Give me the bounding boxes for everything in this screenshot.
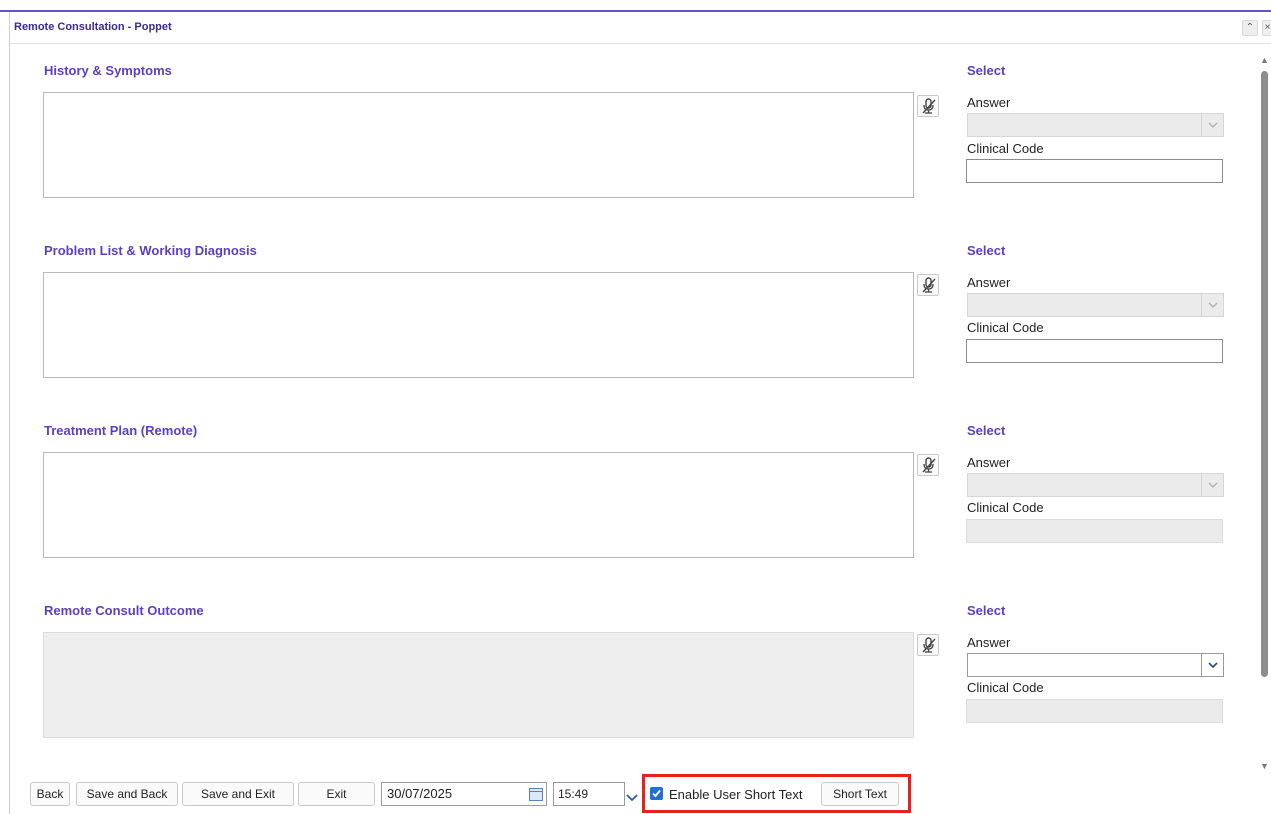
save-and-exit-button[interactable]: Save and Exit: [182, 782, 294, 806]
chevron-up-icon[interactable]: ⌃: [1242, 20, 1258, 36]
clinical-code-label-treatment-plan: Clinical Code: [967, 500, 1044, 515]
chevron-down-icon[interactable]: [1201, 474, 1223, 496]
section-title-outcome: Remote Consult Outcome: [44, 603, 204, 618]
chevron-down-icon[interactable]: [1201, 654, 1223, 676]
select-title-history: Select: [967, 63, 1006, 78]
problem-list-textarea[interactable]: [43, 272, 914, 378]
answer-label-problem-list: Answer: [967, 275, 1011, 290]
clinical-code-label-problem-list: Clinical Code: [967, 320, 1044, 335]
footer-toolbar: Back Save and Back Save and Exit Exit 30…: [10, 776, 1271, 814]
scroll-down-icon[interactable]: ▼: [1260, 761, 1269, 771]
section-title-problem-list: Problem List & Working Diagnosis: [44, 243, 257, 258]
clinical-code-input-problem-list[interactable]: [966, 339, 1223, 363]
clinical-code-input-history[interactable]: [966, 159, 1223, 183]
window-left-border: [9, 12, 10, 814]
clinical-code-label-outcome: Clinical Code: [967, 680, 1044, 695]
save-and-back-button[interactable]: Save and Back: [76, 782, 178, 806]
mic-off-icon: [922, 277, 936, 293]
back-button[interactable]: Back: [30, 782, 70, 806]
close-icon[interactable]: ×: [1262, 20, 1271, 36]
answer-label-treatment-plan: Answer: [967, 455, 1011, 470]
chevron-down-icon[interactable]: [1201, 294, 1223, 316]
dictation-button-history[interactable]: [917, 95, 939, 117]
answer-select-outcome[interactable]: [967, 653, 1224, 677]
answer-select-problem-list[interactable]: [967, 293, 1224, 317]
short-text-button[interactable]: Short Text: [821, 782, 899, 806]
answer-select-treatment-plan[interactable]: [967, 473, 1224, 497]
vertical-scrollbar[interactable]: ▲ ▼: [1258, 55, 1271, 771]
dictation-button-treatment-plan[interactable]: [917, 454, 939, 476]
outcome-textarea: [43, 632, 914, 738]
section-title-treatment-plan: Treatment Plan (Remote): [44, 423, 198, 438]
dictation-button-problem-list[interactable]: [917, 274, 939, 296]
time-input[interactable]: 15:49: [553, 782, 625, 806]
clinical-code-input-treatment-plan: [966, 519, 1223, 543]
answer-label-history: Answer: [967, 95, 1011, 110]
window-titlebar: Remote Consultation - Poppet ⌃ ×: [10, 12, 1271, 44]
answer-label-outcome: Answer: [967, 635, 1011, 650]
scrollbar-thumb[interactable]: [1261, 71, 1268, 677]
consultation-window: Remote Consultation - Poppet ⌃ × History…: [0, 0, 1271, 814]
select-title-outcome: Select: [967, 603, 1006, 618]
history-textarea[interactable]: [43, 92, 914, 198]
enable-short-text-checkbox[interactable]: [650, 787, 663, 800]
answer-select-history[interactable]: [967, 113, 1224, 137]
calendar-icon[interactable]: [529, 788, 543, 801]
chevron-down-icon[interactable]: [1201, 114, 1223, 136]
mic-off-icon: [922, 457, 936, 473]
mic-off-icon: [922, 637, 936, 653]
dictation-button-outcome[interactable]: [917, 634, 939, 656]
scroll-up-icon[interactable]: ▲: [1260, 55, 1269, 65]
section-title-history: History & Symptoms: [44, 63, 172, 78]
date-input[interactable]: 30/07/2025: [381, 782, 547, 806]
window-title: Remote Consultation - Poppet: [14, 21, 172, 33]
treatment-plan-textarea[interactable]: [43, 452, 914, 558]
exit-button[interactable]: Exit: [298, 782, 375, 806]
mic-off-icon: [922, 98, 936, 114]
clinical-code-input-outcome: [966, 699, 1223, 723]
clinical-code-label-history: Clinical Code: [967, 141, 1044, 156]
select-title-problem-list: Select: [967, 243, 1006, 258]
select-title-treatment-plan: Select: [967, 423, 1006, 438]
checkmark-icon: [652, 789, 661, 798]
chevron-down-icon[interactable]: [626, 789, 638, 807]
enable-short-text-label[interactable]: Enable User Short Text: [669, 787, 802, 802]
